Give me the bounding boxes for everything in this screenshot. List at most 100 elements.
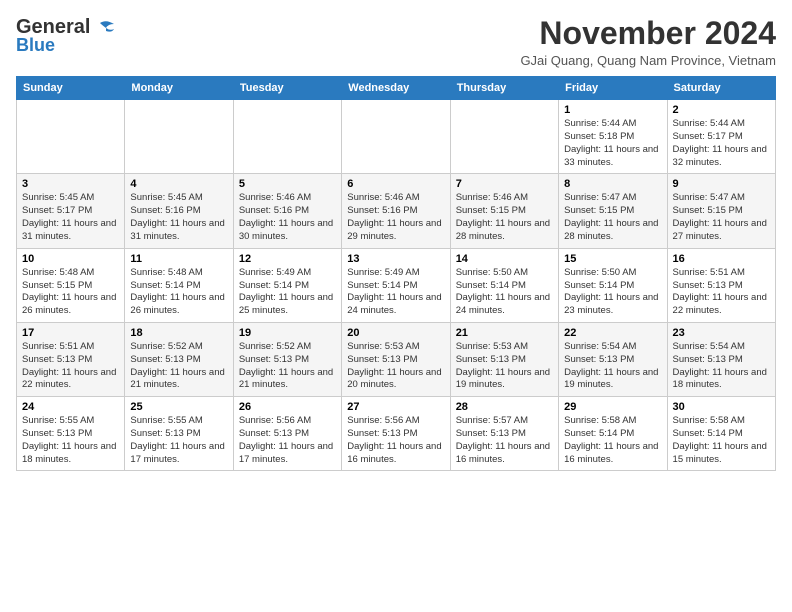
- day-number: 16: [673, 253, 770, 265]
- day-number: 10: [22, 253, 119, 265]
- day-info: Sunrise: 5:55 AM Sunset: 5:13 PM Dayligh…: [130, 415, 227, 466]
- day-info: Sunrise: 5:50 AM Sunset: 5:14 PM Dayligh…: [564, 267, 661, 318]
- weekday-header-wednesday: Wednesday: [342, 77, 450, 100]
- month-title: November 2024: [520, 16, 776, 51]
- calendar-table: SundayMondayTuesdayWednesdayThursdayFrid…: [16, 76, 776, 471]
- calendar-week-row: 1Sunrise: 5:44 AM Sunset: 5:18 PM Daylig…: [17, 100, 776, 174]
- calendar-week-row: 24 Sunrise: 5:55 AM Sunset: 5:13 PM Dayli…: [17, 397, 776, 471]
- weekday-header-friday: Friday: [559, 77, 667, 100]
- day-number: 12: [239, 253, 336, 265]
- day-number: 5: [239, 178, 336, 190]
- day-info: Sunrise: 5:47 AM Sunset: 5:15 PM Dayligh…: [564, 192, 661, 243]
- weekday-header-saturday: Saturday: [667, 77, 775, 100]
- day-number: 4: [130, 178, 227, 190]
- calendar-cell: 7 Sunrise: 5:46 AM Sunset: 5:15 PM Daylig…: [450, 174, 558, 248]
- calendar-cell: [233, 100, 341, 174]
- day-info: Sunrise: 5:49 AM Sunset: 5:14 PM Dayligh…: [239, 267, 336, 318]
- weekday-header-monday: Monday: [125, 77, 233, 100]
- day-number: 3: [22, 178, 119, 190]
- calendar-cell: 3 Sunrise: 5:45 AM Sunset: 5:17 PM Daylig…: [17, 174, 125, 248]
- calendar-cell: 28 Sunrise: 5:57 AM Sunset: 5:13 PM Dayli…: [450, 397, 558, 471]
- calendar-cell: 10 Sunrise: 5:48 AM Sunset: 5:15 PM Dayli…: [17, 248, 125, 322]
- day-info: Sunrise: 5:55 AM Sunset: 5:13 PM Dayligh…: [22, 415, 119, 466]
- day-number: 2: [673, 104, 770, 116]
- day-info: Sunrise: 5:53 AM Sunset: 5:13 PM Dayligh…: [347, 341, 444, 392]
- calendar-cell: 30Sunrise: 5:58 AM Sunset: 5:14 PM Dayli…: [667, 397, 775, 471]
- calendar-week-row: 10 Sunrise: 5:48 AM Sunset: 5:15 PM Dayli…: [17, 248, 776, 322]
- calendar-cell: 2 Sunrise: 5:44 AM Sunset: 5:17 PM Daylig…: [667, 100, 775, 174]
- weekday-header-sunday: Sunday: [17, 77, 125, 100]
- calendar-cell: 17Sunrise: 5:51 AM Sunset: 5:13 PM Dayli…: [17, 322, 125, 396]
- day-info: Sunrise: 5:51 AM Sunset: 5:13 PM Dayligh…: [673, 267, 770, 318]
- day-number: 15: [564, 253, 661, 265]
- calendar-cell: 12 Sunrise: 5:49 AM Sunset: 5:14 PM Dayli…: [233, 248, 341, 322]
- calendar-cell: 18 Sunrise: 5:52 AM Sunset: 5:13 PM Dayli…: [125, 322, 233, 396]
- calendar-cell: 27 Sunrise: 5:56 AM Sunset: 5:13 PM Dayli…: [342, 397, 450, 471]
- calendar-cell: 21 Sunrise: 5:53 AM Sunset: 5:13 PM Dayli…: [450, 322, 558, 396]
- day-number: 6: [347, 178, 444, 190]
- calendar-cell: 29 Sunrise: 5:58 AM Sunset: 5:14 PM Dayli…: [559, 397, 667, 471]
- calendar-cell: 20Sunrise: 5:53 AM Sunset: 5:13 PM Dayli…: [342, 322, 450, 396]
- day-number: 9: [673, 178, 770, 190]
- calendar-cell: 14 Sunrise: 5:50 AM Sunset: 5:14 PM Dayli…: [450, 248, 558, 322]
- weekday-header-row: SundayMondayTuesdayWednesdayThursdayFrid…: [17, 77, 776, 100]
- day-number: 21: [456, 327, 553, 339]
- calendar-cell: 5Sunrise: 5:46 AM Sunset: 5:16 PM Daylig…: [233, 174, 341, 248]
- calendar-cell: 1Sunrise: 5:44 AM Sunset: 5:18 PM Daylig…: [559, 100, 667, 174]
- logo-blue: Blue: [16, 35, 55, 56]
- day-info: Sunrise: 5:54 AM Sunset: 5:13 PM Dayligh…: [564, 341, 661, 392]
- location: GJai Quang, Quang Nam Province, Vietnam: [520, 53, 776, 68]
- day-number: 28: [456, 401, 553, 413]
- calendar-week-row: 3 Sunrise: 5:45 AM Sunset: 5:17 PM Daylig…: [17, 174, 776, 248]
- day-info: Sunrise: 5:47 AM Sunset: 5:15 PM Dayligh…: [673, 192, 770, 243]
- day-number: 17: [22, 327, 119, 339]
- day-info: Sunrise: 5:52 AM Sunset: 5:13 PM Dayligh…: [130, 341, 227, 392]
- calendar-cell: 15 Sunrise: 5:50 AM Sunset: 5:14 PM Dayli…: [559, 248, 667, 322]
- day-number: 8: [564, 178, 661, 190]
- calendar-cell: 6 Sunrise: 5:46 AM Sunset: 5:16 PM Daylig…: [342, 174, 450, 248]
- weekday-header-tuesday: Tuesday: [233, 77, 341, 100]
- day-info: Sunrise: 5:53 AM Sunset: 5:13 PM Dayligh…: [456, 341, 553, 392]
- day-info: Sunrise: 5:45 AM Sunset: 5:16 PM Dayligh…: [130, 192, 227, 243]
- day-number: 7: [456, 178, 553, 190]
- day-info: Sunrise: 5:56 AM Sunset: 5:13 PM Dayligh…: [347, 415, 444, 466]
- day-number: 27: [347, 401, 444, 413]
- day-info: Sunrise: 5:56 AM Sunset: 5:13 PM Dayligh…: [239, 415, 336, 466]
- day-info: Sunrise: 5:44 AM Sunset: 5:17 PM Dayligh…: [673, 118, 770, 169]
- day-info: Sunrise: 5:58 AM Sunset: 5:14 PM Dayligh…: [673, 415, 770, 466]
- day-info: Sunrise: 5:48 AM Sunset: 5:14 PM Dayligh…: [130, 267, 227, 318]
- calendar-cell: 4 Sunrise: 5:45 AM Sunset: 5:16 PM Daylig…: [125, 174, 233, 248]
- calendar-cell: 9 Sunrise: 5:47 AM Sunset: 5:15 PM Daylig…: [667, 174, 775, 248]
- day-info: Sunrise: 5:48 AM Sunset: 5:15 PM Dayligh…: [22, 267, 119, 318]
- day-number: 18: [130, 327, 227, 339]
- day-number: 25: [130, 401, 227, 413]
- day-number: 24: [22, 401, 119, 413]
- calendar-cell: [342, 100, 450, 174]
- day-info: Sunrise: 5:45 AM Sunset: 5:17 PM Dayligh…: [22, 192, 119, 243]
- calendar-cell: 25 Sunrise: 5:55 AM Sunset: 5:13 PM Dayli…: [125, 397, 233, 471]
- calendar-cell: 13 Sunrise: 5:49 AM Sunset: 5:14 PM Dayli…: [342, 248, 450, 322]
- day-number: 19: [239, 327, 336, 339]
- calendar-cell: 23Sunrise: 5:54 AM Sunset: 5:13 PM Dayli…: [667, 322, 775, 396]
- day-info: Sunrise: 5:58 AM Sunset: 5:14 PM Dayligh…: [564, 415, 661, 466]
- day-info: Sunrise: 5:49 AM Sunset: 5:14 PM Dayligh…: [347, 267, 444, 318]
- calendar-cell: 11 Sunrise: 5:48 AM Sunset: 5:14 PM Dayli…: [125, 248, 233, 322]
- day-info: Sunrise: 5:57 AM Sunset: 5:13 PM Dayligh…: [456, 415, 553, 466]
- calendar-cell: [17, 100, 125, 174]
- day-number: 1: [564, 104, 661, 116]
- day-number: 26: [239, 401, 336, 413]
- day-info: Sunrise: 5:54 AM Sunset: 5:13 PM Dayligh…: [673, 341, 770, 392]
- day-info: Sunrise: 5:52 AM Sunset: 5:13 PM Dayligh…: [239, 341, 336, 392]
- page-header: General Blue November 2024 GJai Quang, Q…: [16, 16, 776, 68]
- calendar-cell: [125, 100, 233, 174]
- day-info: Sunrise: 5:46 AM Sunset: 5:16 PM Dayligh…: [347, 192, 444, 243]
- day-info: Sunrise: 5:50 AM Sunset: 5:14 PM Dayligh…: [456, 267, 553, 318]
- day-number: 11: [130, 253, 227, 265]
- day-number: 13: [347, 253, 444, 265]
- day-info: Sunrise: 5:46 AM Sunset: 5:15 PM Dayligh…: [456, 192, 553, 243]
- calendar-cell: 8 Sunrise: 5:47 AM Sunset: 5:15 PM Daylig…: [559, 174, 667, 248]
- logo: General Blue: [16, 16, 114, 56]
- day-number: 29: [564, 401, 661, 413]
- day-number: 14: [456, 253, 553, 265]
- calendar-cell: 24 Sunrise: 5:55 AM Sunset: 5:13 PM Dayli…: [17, 397, 125, 471]
